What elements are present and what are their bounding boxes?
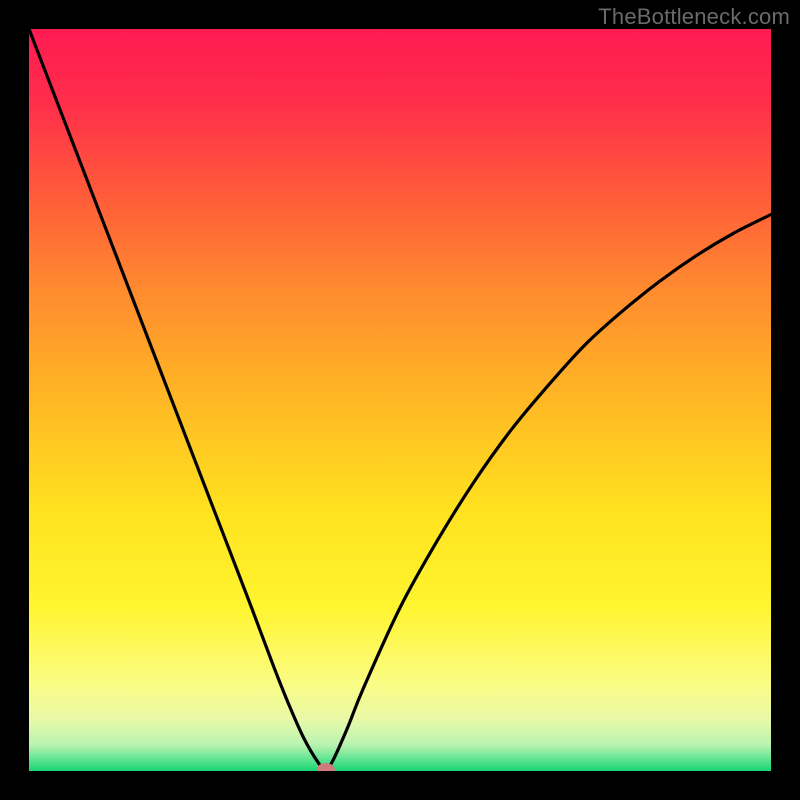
bottleneck-chart xyxy=(29,29,771,771)
gradient-bg xyxy=(29,29,771,771)
watermark-text: TheBottleneck.com xyxy=(598,4,790,30)
chart-frame: TheBottleneck.com xyxy=(0,0,800,800)
